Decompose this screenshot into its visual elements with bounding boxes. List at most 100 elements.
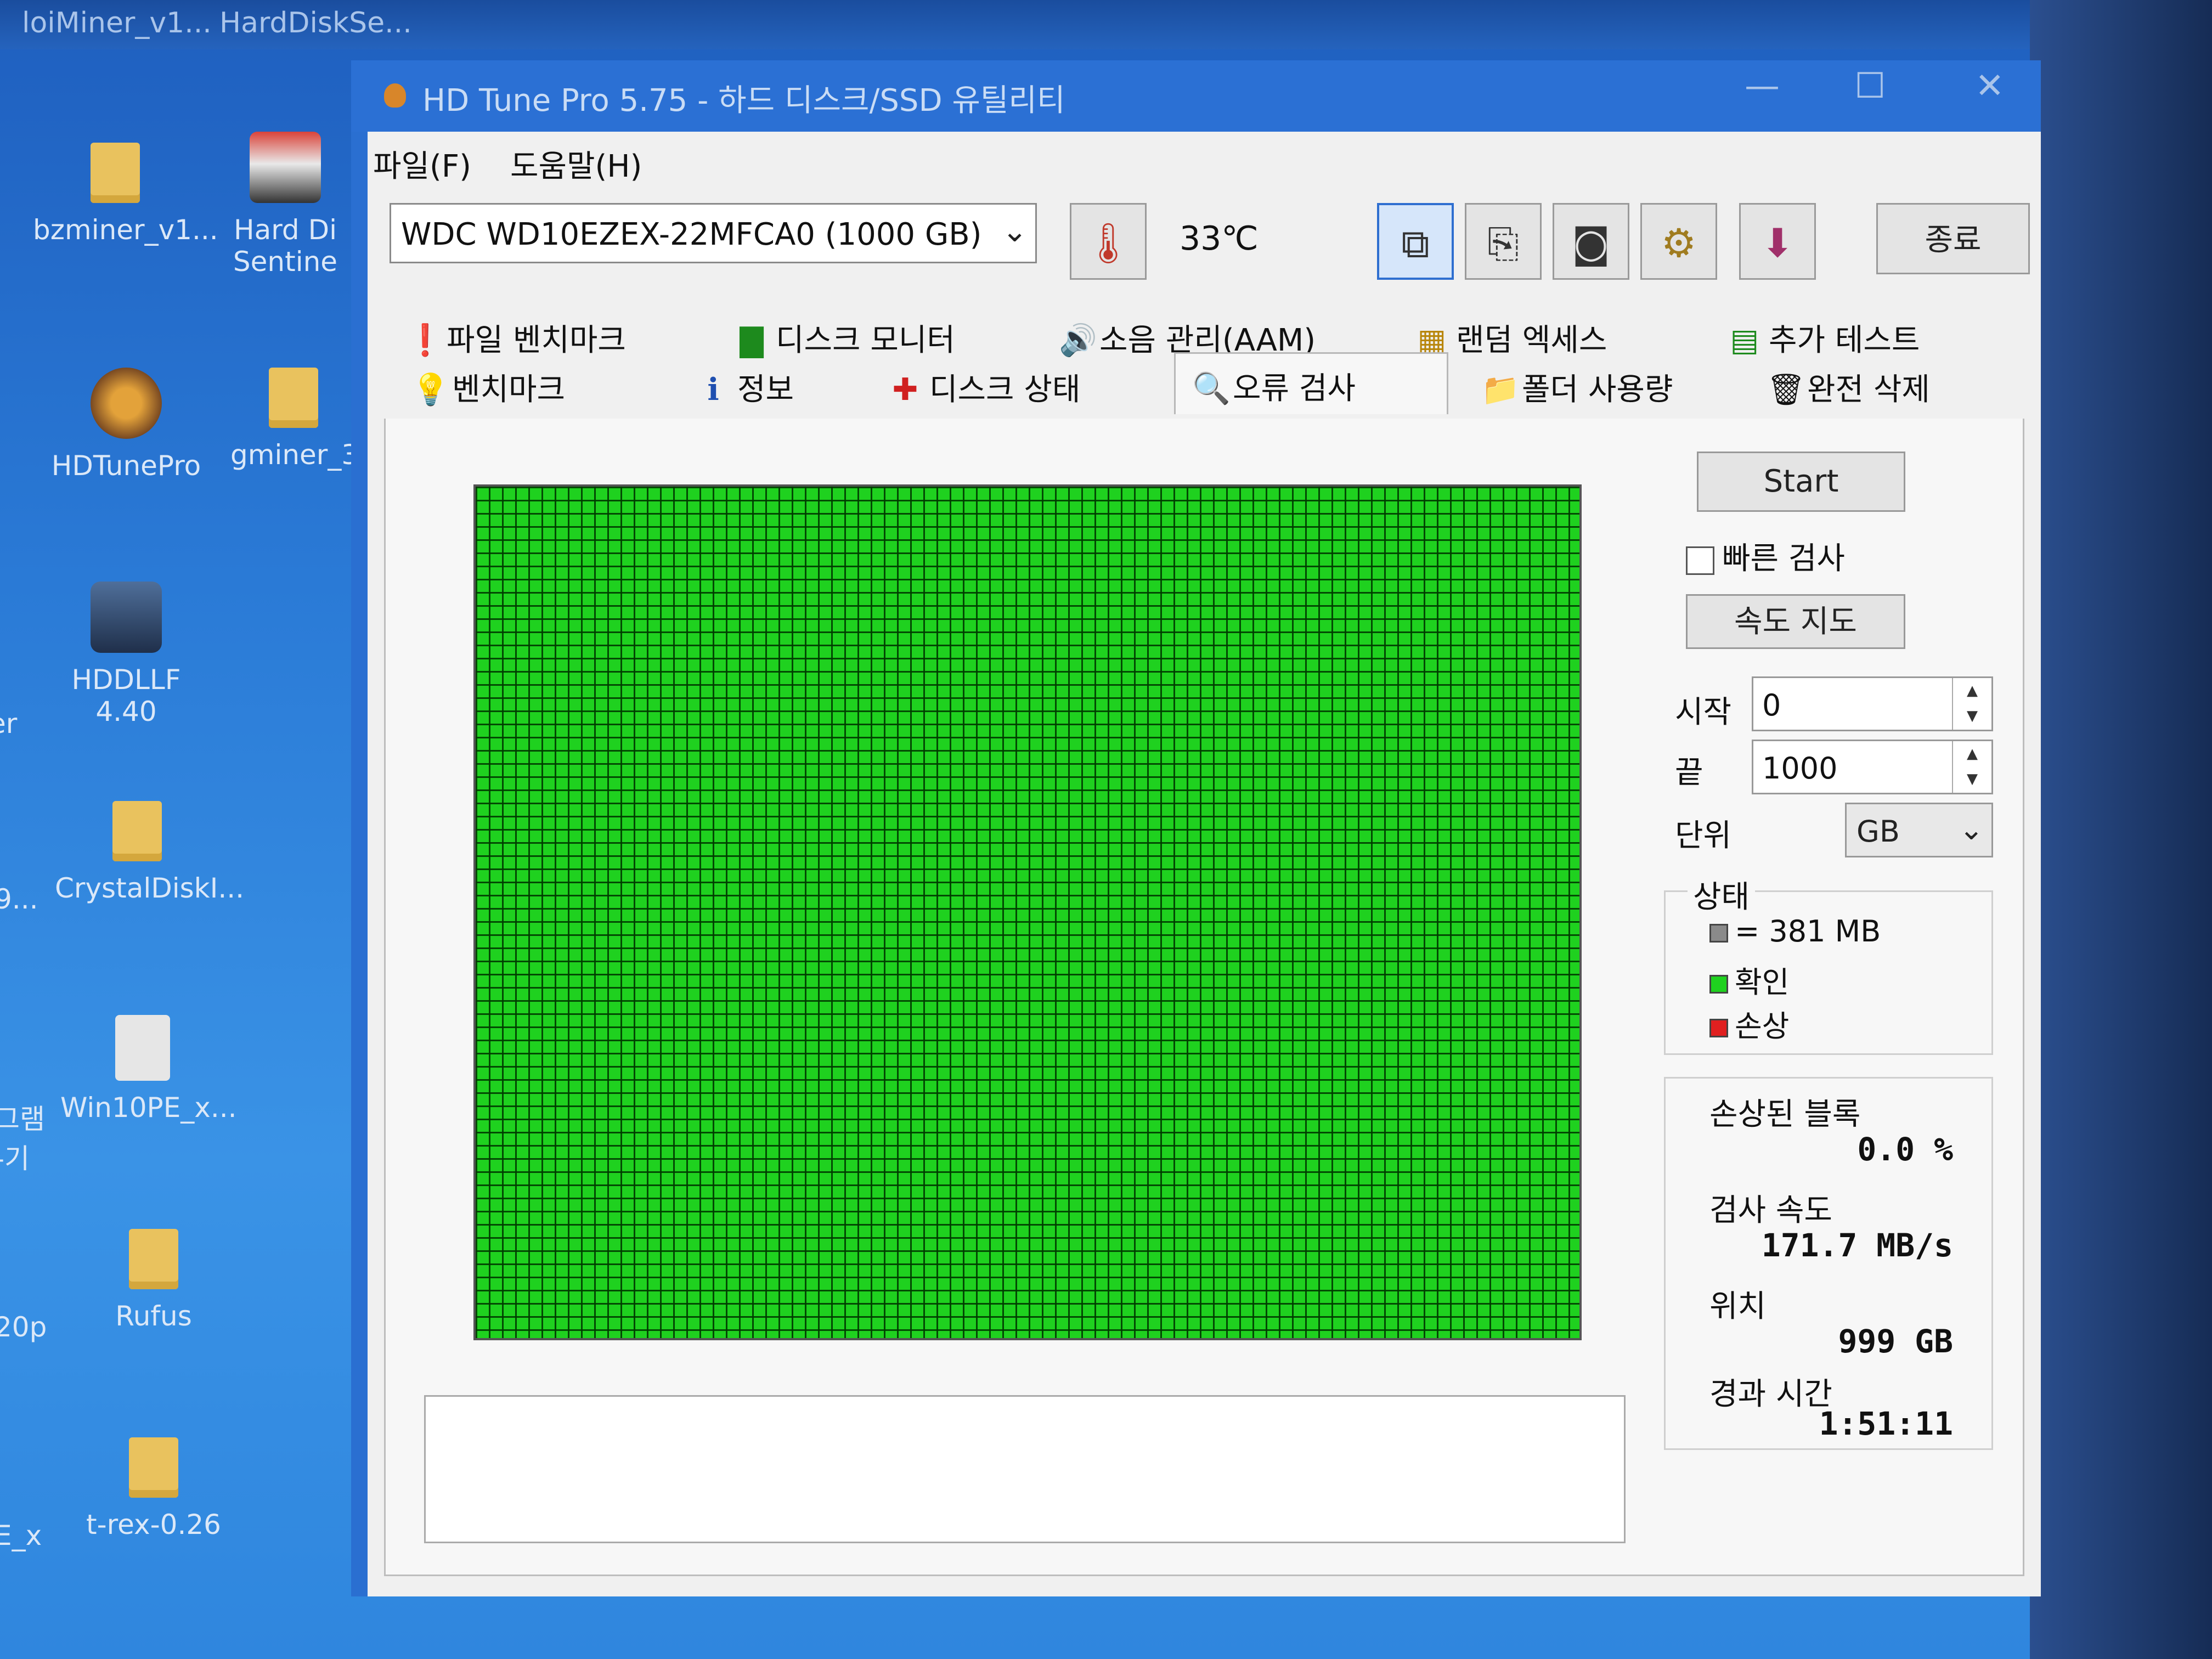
quick-scan-label: 빠른 검사 — [1722, 541, 1845, 577]
scan-stats-group: 손상된 블록 0.0 % 검사 속도 171.7 MB/s 위치 999 GB … — [1664, 1077, 1993, 1450]
damaged-block-swatch — [1709, 1019, 1728, 1038]
start-button[interactable]: Start — [1697, 452, 1905, 512]
health-cross-icon: ✚ — [892, 372, 918, 408]
desktop-top-strip: loiMiner_v1... HardDiskSe... — [0, 0, 2212, 49]
tab-benchmark[interactable]: 💡벤치마크 — [411, 365, 565, 414]
copy-info-button[interactable]: ⧉ — [1377, 203, 1454, 280]
tab-folder-usage[interactable]: 📁폴더 사용량 — [1481, 365, 1673, 414]
start-input-value: 0 — [1762, 688, 1781, 723]
tab-label: 디스크 상태 — [929, 372, 1081, 408]
window-title: HD Tune Pro 5.75 - 하드 디스크/SSD 유틸리티 — [422, 83, 1065, 119]
drive-select-value: WDC WD10EZEX-22MFCA0 (1000 GB) — [401, 217, 982, 252]
spin-up-icon[interactable]: ▲ — [1967, 746, 1978, 762]
desktop-icon-label: t-rex-0.26 — [86, 1509, 221, 1541]
chevron-down-icon: ⌄ — [1002, 213, 1028, 249]
tab-label: 파일 벤치마크 — [447, 323, 626, 358]
info-icon: ℹ — [707, 372, 719, 408]
tab-info[interactable]: ℹ 정보 — [697, 365, 794, 414]
save-button[interactable]: ⬇ — [1739, 203, 1816, 280]
desktop-icon-label: Rufus — [115, 1300, 192, 1332]
copy-text-icon: ⎘ — [1487, 220, 1519, 266]
chevron-down-icon: ⌄ — [1959, 812, 1984, 847]
position-label: 위치 — [1709, 1289, 1767, 1324]
disk-monitor-icon: ▇ — [740, 323, 764, 358]
desktop-icon-label: Hard Di Sentine — [233, 214, 338, 278]
desktop-icon-t-rex[interactable]: t-rex-0.26 — [71, 1437, 236, 1541]
folder-icon — [91, 143, 140, 203]
end-spinner[interactable]: ▲ ▼ — [1952, 741, 1991, 793]
tab-label: 완전 삭제 — [1807, 372, 1930, 408]
pending-block-swatch — [1709, 924, 1728, 943]
folder-icon — [129, 1437, 178, 1498]
copy-document-icon: ⧉ — [1401, 221, 1430, 267]
tab-error-scan[interactable]: 🔍오류 검사 — [1174, 352, 1448, 414]
scan-log-box — [424, 1395, 1626, 1543]
hdtune-title-icon — [384, 83, 406, 108]
tab-label: 정보 — [737, 372, 794, 408]
desktop-icon-crystaldisk[interactable]: CrystalDiskI... — [55, 801, 245, 904]
end-field-label: 끝 — [1675, 755, 1703, 791]
desktop-icon-hdtunepro[interactable]: HDTunePro — [44, 368, 208, 482]
quick-scan-option[interactable]: 빠른 검사 — [1686, 534, 1845, 578]
options-button[interactable]: ⚙ — [1640, 203, 1717, 280]
temperature-button[interactable]: 🌡 — [1070, 203, 1147, 280]
hard-drive-icon — [91, 582, 162, 653]
hdtune-window: HD Tune Pro 5.75 - 하드 디스크/SSD 유틸리티 — ☐ ✕… — [351, 60, 2041, 1596]
desktop-top-label: HardDiskSe... — [219, 7, 412, 40]
block-map-grid — [473, 484, 1582, 1340]
unit-select-value: GB — [1857, 814, 1900, 849]
exit-button[interactable]: 종료 — [1876, 203, 2030, 274]
menu-file[interactable]: 파일(F) — [373, 142, 471, 186]
minimize-button[interactable]: — — [1745, 66, 1780, 106]
ok-block-swatch — [1709, 975, 1728, 994]
legend-ok-text: 확인 — [1735, 965, 1790, 1000]
title-bar[interactable]: HD Tune Pro 5.75 - 하드 디스크/SSD 유틸리티 — ☐ ✕ — [351, 60, 2041, 132]
trash-icon: 🗑 — [1767, 372, 1806, 408]
menu-bar: 파일(F) 도움말(H) — [368, 132, 2041, 187]
damaged-blocks-label: 손상된 블록 — [1709, 1097, 1861, 1132]
elapsed-time-value: 1:51:11 — [1819, 1405, 1953, 1442]
desktop-icon-label: CrystalDiskI... — [55, 872, 245, 904]
desktop-icon-hard-disk-sentinel[interactable]: Hard Di Sentine — [219, 132, 351, 278]
error-scan-panel: Start 빠른 검사 속도 지도 시작 0 ▲ ▼ 끝 1000 ▲ ▼ 단위 G — [384, 419, 2024, 1576]
screenshot-button[interactable]: ◙ — [1553, 203, 1629, 280]
spin-up-icon[interactable]: ▲ — [1967, 682, 1978, 699]
legend-damaged-text: 손상 — [1735, 1009, 1790, 1043]
window-client-area: 파일(F) 도움말(H) WDC WD10EZEX-22MFCA0 (1000 … — [368, 132, 2041, 1596]
start-input[interactable]: 0 ▲ ▼ — [1752, 676, 1993, 731]
spin-down-icon[interactable]: ▼ — [1967, 708, 1978, 724]
close-button[interactable]: ✕ — [1975, 66, 2005, 106]
drive-select[interactable]: WDC WD10EZEX-22MFCA0 (1000 GB) ⌄ — [390, 203, 1037, 263]
folder-icon — [129, 1229, 178, 1289]
tab-secure-erase[interactable]: 🗑완전 삭제 — [1767, 365, 1930, 414]
camera-icon: ◙ — [1572, 220, 1610, 266]
desktop-icon-gminer[interactable]: gminer_3 — [230, 368, 359, 471]
scan-speed-value: 171.7 MB/s — [1761, 1227, 1953, 1264]
desktop-icon-win10pe[interactable]: Win10PE_x... — [60, 1015, 237, 1124]
speaker-icon: 🔊 — [1059, 323, 1097, 358]
tab-disk-health[interactable]: ✚ 디스크 상태 — [889, 365, 1081, 414]
benchmark-icon: 💡 — [411, 372, 450, 408]
desktop-edge-label: 9... — [0, 883, 38, 915]
end-input[interactable]: 1000 ▲ ▼ — [1752, 740, 1993, 794]
tab-disk-monitor[interactable]: ▇ 디스크 모니터 — [735, 315, 955, 365]
tab-file-benchmark[interactable]: ❗파일 벤치마크 — [406, 315, 626, 365]
start-spinner[interactable]: ▲ ▼ — [1952, 678, 1991, 730]
copy-text-button[interactable]: ⎘ — [1465, 203, 1542, 280]
menu-help[interactable]: 도움말(H) — [510, 142, 642, 186]
desktop-icon-hddllf[interactable]: HDDLLF 4.40 — [44, 582, 208, 727]
end-input-value: 1000 — [1762, 751, 1838, 786]
desktop-icon-rufus[interactable]: Rufus — [71, 1229, 236, 1332]
status-title: 상태 — [1688, 872, 1756, 917]
unit-select[interactable]: GB ⌄ — [1845, 803, 1993, 857]
tab-extra-tests[interactable]: ▤ 추가 테스트 — [1728, 315, 1920, 365]
speed-map-button[interactable]: 속도 지도 — [1686, 594, 1905, 649]
tab-strip: ❗파일 벤치마크 ▇ 디스크 모니터 🔊소음 관리(AAM) ▦ 랜덤 엑세스 ▤ 추… — [384, 313, 2024, 422]
scan-speed-label: 검사 속도 — [1709, 1193, 1832, 1228]
quick-scan-checkbox[interactable] — [1686, 546, 1714, 575]
desktop-icon-bzminer[interactable]: bzminer_v1... — [33, 143, 218, 246]
legend-ok: 확인 — [1709, 958, 1789, 1001]
gears-icon: ⚙ — [1661, 220, 1697, 266]
maximize-button[interactable]: ☐ — [1854, 66, 1886, 106]
spin-down-icon[interactable]: ▼ — [1967, 771, 1978, 787]
